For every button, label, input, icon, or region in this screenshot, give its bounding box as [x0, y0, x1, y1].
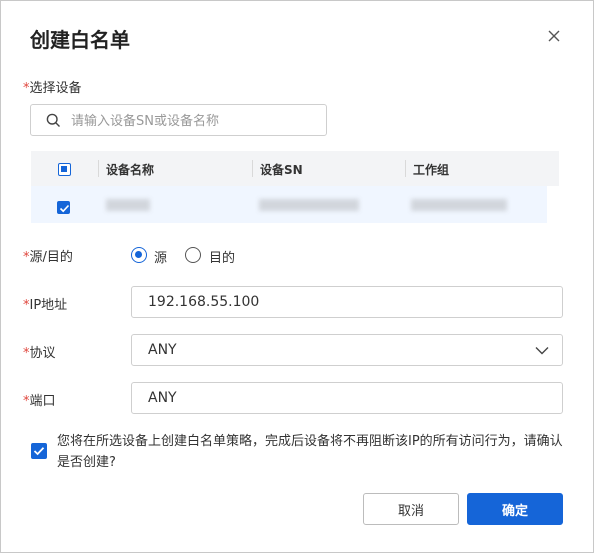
protocol-label-text: 协议 [29, 346, 56, 361]
protocol-value: ANY [148, 342, 177, 358]
cancel-button[interactable]: 取消 [363, 493, 459, 525]
device-select-label-text: 选择设备 [29, 81, 82, 96]
port-label: *端口 [23, 390, 56, 409]
chevron-down-icon [535, 347, 549, 355]
device-search-input[interactable] [71, 111, 321, 131]
dialog-title: 创建白名单 [30, 28, 130, 52]
radio-source-label[interactable]: 源 [154, 247, 167, 266]
select-all-checkbox[interactable] [58, 163, 71, 176]
radio-source[interactable] [131, 247, 147, 263]
create-whitelist-dialog: 创建白名单 *选择设备 设备名称 设备SN 工作组 *源/目 [0, 0, 594, 553]
port-value: ANY [148, 390, 177, 406]
ip-address-value: 192.168.55.100 [148, 294, 260, 310]
workgroup-cell-redacted [411, 199, 507, 211]
column-divider [98, 160, 99, 177]
table-header: 设备名称 设备SN 工作组 [31, 151, 559, 186]
device-select-label: *选择设备 [23, 77, 82, 96]
radio-destination[interactable] [185, 247, 201, 263]
ip-label-text: IP地址 [29, 298, 68, 313]
direction-label: *源/目的 [23, 246, 73, 265]
column-header-workgroup: 工作组 [413, 163, 450, 177]
port-input[interactable]: ANY [131, 382, 563, 414]
device-sn-cell-redacted [259, 199, 359, 211]
column-divider [252, 160, 253, 177]
protocol-label: *协议 [23, 342, 56, 361]
port-label-text: 端口 [29, 394, 56, 409]
direction-label-text: 源/目的 [29, 250, 73, 265]
table-row[interactable] [31, 186, 547, 223]
device-name-cell-redacted [106, 199, 150, 211]
device-search-box[interactable] [30, 104, 327, 136]
row-checkbox[interactable] [57, 201, 70, 214]
protocol-select[interactable]: ANY [131, 334, 563, 366]
close-icon[interactable] [545, 27, 563, 45]
ip-address-input[interactable]: 192.168.55.100 [131, 286, 563, 318]
column-header-device-sn: 设备SN [260, 163, 303, 177]
confirm-button[interactable]: 确定 [467, 493, 563, 525]
search-icon [46, 113, 60, 127]
column-header-device-name: 设备名称 [106, 163, 155, 177]
column-divider [405, 160, 406, 177]
radio-destination-label[interactable]: 目的 [209, 247, 235, 266]
confirm-checkbox[interactable] [31, 443, 47, 459]
confirm-message: 您将在所选设备上创建白名单策略，完成后设备将不再阻断该IP的所有访问行为，请确认… [57, 434, 563, 470]
ip-label: *IP地址 [23, 294, 67, 313]
